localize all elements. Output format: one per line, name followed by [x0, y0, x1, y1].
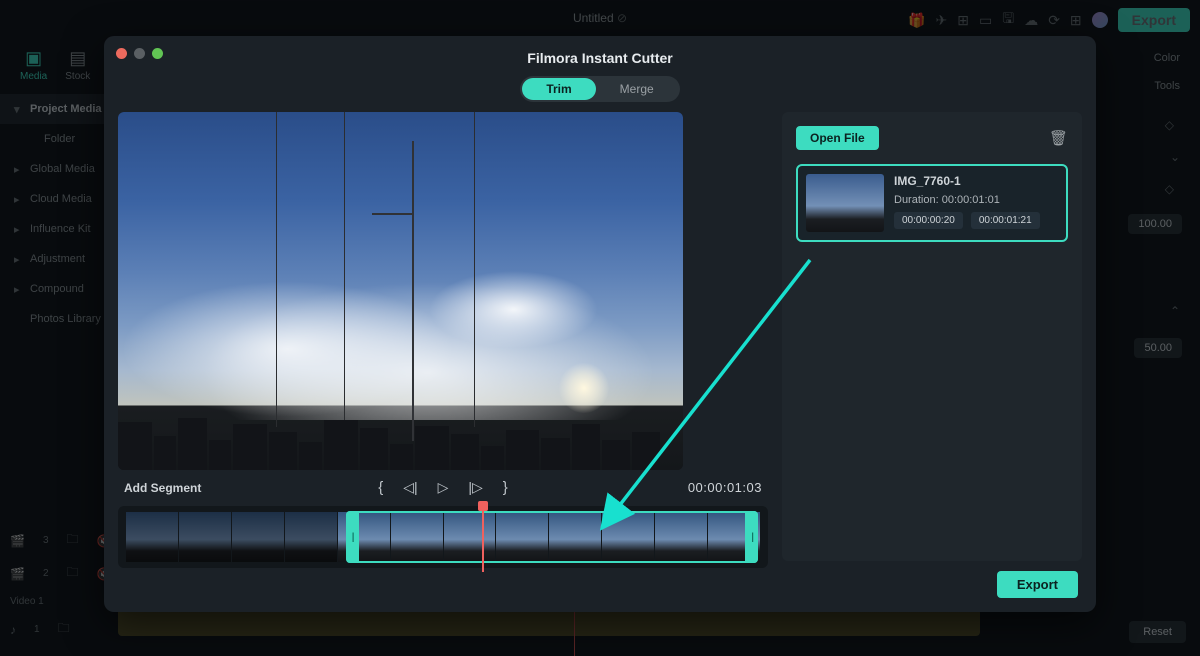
close-window-button[interactable] [116, 48, 127, 59]
playback-controls: { ◁| ▷ |▷ } [378, 479, 508, 496]
clip-info: IMG_7760-1 Duration: 00:00:01:01 00:00:0… [894, 174, 1058, 232]
clip-in-time[interactable]: 00:00:00:20 [894, 212, 963, 229]
clip-thumbnail [806, 174, 884, 232]
maximize-window-button[interactable] [152, 48, 163, 59]
window-traffic-lights [116, 48, 163, 59]
modal-export-button[interactable]: Export [997, 571, 1078, 598]
prev-frame-button[interactable]: ◁| [403, 479, 417, 496]
tab-trim[interactable]: Trim [522, 78, 595, 100]
open-file-button[interactable]: Open File [796, 126, 879, 150]
trim-handle-left[interactable]: || [346, 511, 359, 563]
video-preview[interactable] [118, 112, 683, 470]
timeline-playhead[interactable] [482, 506, 484, 572]
preview-panel: Add Segment { ◁| ▷ |▷ } 00:00:01:03 [118, 112, 768, 571]
play-button[interactable]: ▷ [438, 479, 449, 496]
modal-title: Filmora Instant Cutter [104, 36, 1096, 76]
minimize-window-button[interactable] [134, 48, 145, 59]
clip-name: IMG_7760-1 [894, 174, 1058, 188]
tab-merge[interactable]: Merge [596, 78, 678, 100]
timecode-display: 00:00:01:03 [688, 480, 762, 495]
trash-icon[interactable]: 🗑 [1049, 129, 1068, 147]
clip-list-panel: Open File 🗑 IMG_7760-1 Duration: 00:00:0… [782, 112, 1082, 561]
mode-tabs: Trim Merge [520, 76, 679, 102]
clip-duration: Duration: 00:00:01:01 [894, 194, 1058, 206]
next-frame-button[interactable]: |▷ [468, 479, 482, 496]
clip-card[interactable]: IMG_7760-1 Duration: 00:00:01:01 00:00:0… [796, 164, 1068, 242]
add-segment-button[interactable]: Add Segment [124, 481, 201, 495]
clip-out-time[interactable]: 00:00:01:21 [971, 212, 1040, 229]
trim-timeline[interactable]: || || [118, 506, 768, 568]
mark-in-icon[interactable]: { [378, 479, 383, 496]
mark-out-icon[interactable]: } [503, 479, 508, 496]
instant-cutter-modal: Filmora Instant Cutter Trim Merge [104, 36, 1096, 612]
trim-handle-right[interactable]: || [745, 511, 758, 563]
